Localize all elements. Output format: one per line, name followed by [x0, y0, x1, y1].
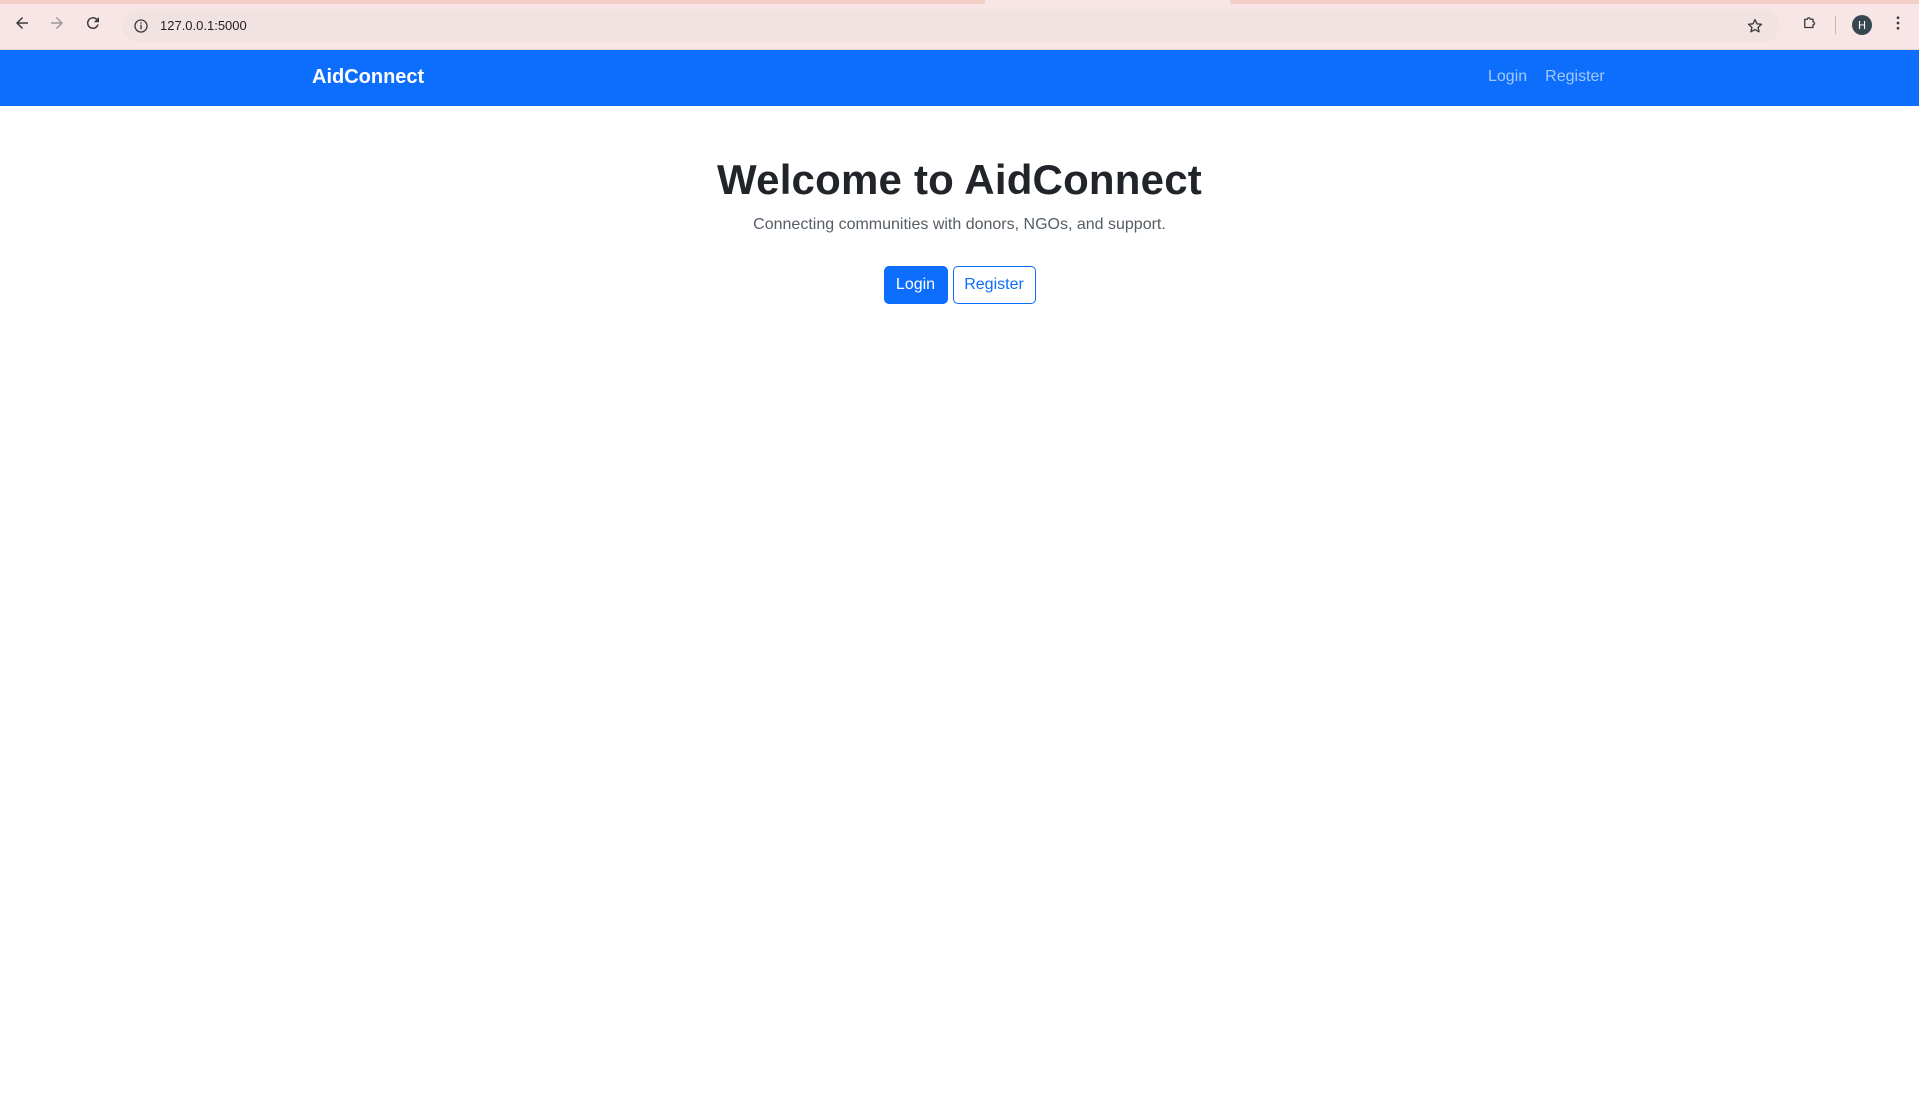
star-icon[interactable] — [1744, 15, 1766, 37]
site-navbar: AidConnect Login Register — [0, 50, 1919, 106]
register-button[interactable]: Register — [952, 266, 1036, 304]
arrow-right-icon — [48, 14, 66, 37]
forward-button[interactable] — [42, 10, 72, 40]
info-icon[interactable] — [130, 15, 152, 37]
arrow-left-icon — [13, 14, 31, 37]
back-button[interactable] — [7, 10, 37, 40]
navbar-login-link[interactable]: Login — [1488, 68, 1527, 86]
reload-icon — [84, 14, 102, 37]
profile-button[interactable]: H — [1847, 10, 1877, 40]
hero-section: Welcome to AidConnect Connecting communi… — [0, 150, 1919, 304]
page-title: Welcome to AidConnect — [717, 156, 1202, 203]
avatar: H — [1852, 15, 1872, 35]
brand-logo-link[interactable]: AidConnect — [312, 66, 424, 89]
puzzle-icon — [1801, 14, 1819, 37]
kebab-menu-icon — [1889, 14, 1907, 37]
toolbar-divider — [1835, 16, 1836, 34]
url-text[interactable]: 127.0.0.1:5000 — [160, 18, 247, 33]
navbar-register-link[interactable]: Register — [1545, 68, 1605, 86]
navbar-links: Login Register — [1488, 68, 1605, 86]
browser-menu-button[interactable] — [1883, 10, 1913, 40]
extensions-button[interactable] — [1795, 10, 1825, 40]
tab-strip-accent — [0, 0, 1919, 4]
login-button[interactable]: Login — [883, 266, 948, 304]
browser-toolbar: 127.0.0.1:5000 H — [0, 0, 1919, 50]
page-subtitle: Connecting communities with donors, NGOs… — [753, 216, 1166, 233]
address-bar[interactable]: 127.0.0.1:5000 — [122, 9, 1780, 42]
reload-button[interactable] — [78, 10, 108, 40]
hero-actions: Login Register — [0, 266, 1919, 304]
